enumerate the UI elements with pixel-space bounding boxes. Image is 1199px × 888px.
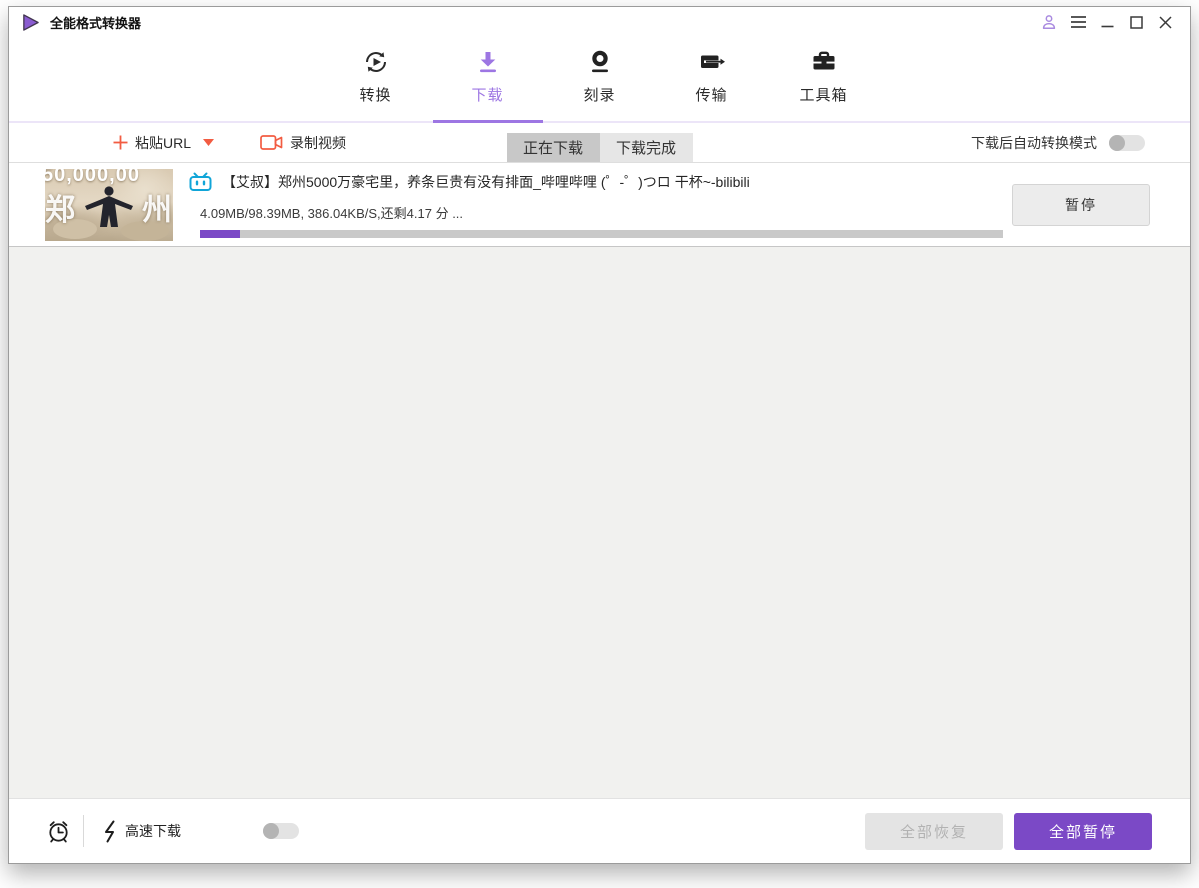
bilibili-tv-icon — [189, 172, 212, 191]
paste-url-dropdown-caret[interactable] — [203, 139, 215, 146]
auto-convert-toggle[interactable] — [1109, 134, 1145, 151]
tab-convert[interactable]: 转换 — [341, 37, 411, 121]
user-icon[interactable] — [1038, 11, 1060, 33]
download-title-row: 【艾叔】郑州5000万豪宅里，养条巨贵有没有排面_哔哩哔哩 (゜-゜)つロ 干杯… — [189, 172, 1003, 192]
download-title: 【艾叔】郑州5000万豪宅里，养条巨贵有没有排面_哔哩哔哩 (゜-゜)つロ 干杯… — [222, 174, 750, 190]
progress-bar — [200, 230, 1003, 238]
menu-icon[interactable] — [1067, 11, 1089, 33]
pause-all-button[interactable]: 全部暂停 — [1014, 812, 1152, 850]
tab-label: 传输 — [695, 87, 728, 104]
minimize-icon[interactable] — [1096, 11, 1118, 33]
convert-icon — [362, 46, 390, 78]
toolbar-right: 下载后自动转换模式 — [971, 133, 1145, 153]
segment-completed[interactable]: 下载完成 — [599, 133, 693, 162]
progress-fill — [200, 230, 241, 238]
tab-label: 下载 — [471, 87, 504, 104]
high-speed-group: 高速下载 — [102, 820, 181, 843]
record-video-button[interactable]: 录制视频 — [260, 133, 346, 153]
auto-convert-label: 下载后自动转换模式 — [971, 134, 1097, 151]
video-thumbnail: 50,000,00 郑 州 — [45, 169, 173, 241]
tab-label: 转换 — [359, 87, 392, 104]
tab-transfer[interactable]: 传输 — [677, 37, 747, 121]
resume-all-button[interactable]: 全部恢复 — [865, 812, 1003, 850]
footer-divider — [83, 815, 84, 847]
record-video-label: 录制视频 — [290, 134, 347, 151]
thumbnail-right-char: 州 — [142, 194, 172, 227]
tab-download[interactable]: 下载 — [453, 37, 523, 121]
download-status-segments: 正在下载 下载完成 — [506, 133, 693, 162]
titlebar: 全能格式转换器 — [9, 7, 1190, 37]
high-speed-toggle[interactable] — [263, 823, 299, 839]
app-title: 全能格式转换器 — [50, 15, 142, 31]
toolbox-icon — [810, 46, 838, 78]
download-stats: 4.09MB/98.39MB, 386.04KB/S,还剩4.17 分 ... — [200, 206, 464, 221]
toggle-knob — [1109, 134, 1125, 151]
footer: 高速下载 全部恢复 全部暂停 — [9, 798, 1190, 863]
app-logo-play — [23, 13, 39, 31]
schedule-button[interactable] — [46, 819, 71, 844]
toolbar-left: 粘贴URL 录制视频 — [113, 133, 346, 153]
download-toolbar: 粘贴URL 录制视频 正在下载 下载完成 下载后自动转换模式 — [9, 123, 1190, 163]
toggle-knob — [263, 823, 279, 839]
tab-toolbox[interactable]: 工具箱 — [789, 37, 859, 121]
tab-label: 工具箱 — [799, 87, 848, 104]
paste-url-label: 粘贴URL — [135, 134, 192, 151]
thumbnail-left-char: 郑 — [45, 194, 75, 227]
camcorder-icon — [260, 135, 283, 150]
pause-button[interactable]: 暂停 — [1012, 184, 1150, 226]
high-speed-label: 高速下载 — [125, 823, 181, 839]
main-nav: 转换 下载 刻录 传输 工具箱 — [9, 37, 1190, 123]
close-icon[interactable] — [1154, 11, 1176, 33]
maximize-icon[interactable] — [1125, 11, 1147, 33]
app-window: 全能格式转换器 转换 下载 刻录 传输 工具箱 粘贴URL 录制视频 正在下载 … — [8, 6, 1191, 864]
lightning-icon — [105, 820, 115, 842]
paste-url-button[interactable]: 粘贴URL — [113, 133, 191, 153]
download-item-info: 【艾叔】郑州5000万豪宅里，养条巨贵有没有排面_哔哩哔哩 (゜-゜)つロ 干杯… — [189, 169, 1003, 238]
download-item: 50,000,00 郑 州 【艾叔】郑州5000万豪宅里，养条巨贵有没有排面_哔… — [9, 163, 1190, 247]
alarm-clock-icon — [49, 820, 68, 842]
download-list-area — [9, 247, 1190, 798]
segment-downloading[interactable]: 正在下载 — [506, 133, 600, 162]
download-icon — [475, 46, 501, 78]
plus-icon — [113, 135, 128, 150]
transfer-icon — [698, 46, 726, 78]
tab-burn[interactable]: 刻录 — [565, 37, 635, 121]
burn-icon — [587, 46, 613, 78]
tab-label: 刻录 — [583, 87, 616, 104]
